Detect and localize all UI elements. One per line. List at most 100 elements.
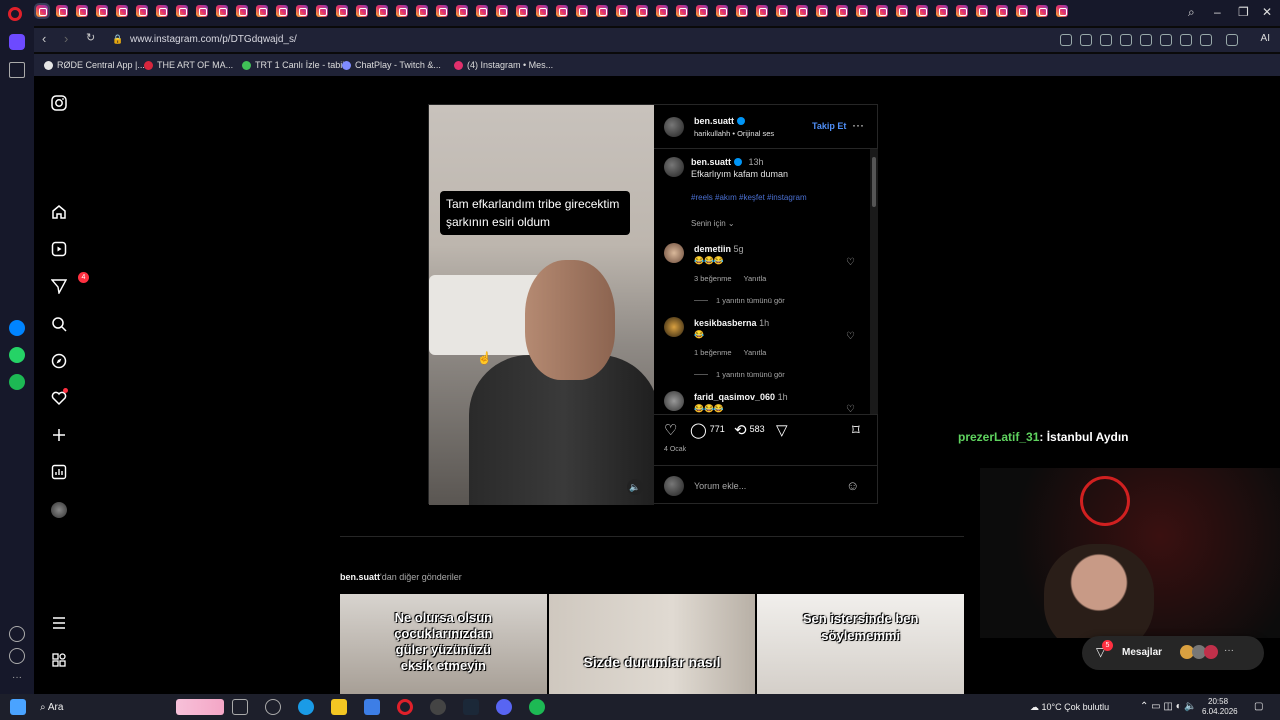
- tray-icons[interactable]: ⌃ ▭ ◫ ◐ 🔈: [1140, 701, 1197, 712]
- instagram-tab[interactable]: [34, 3, 50, 19]
- dashboard-icon[interactable]: [51, 464, 67, 480]
- messenger-icon[interactable]: [9, 320, 25, 336]
- create-icon[interactable]: [51, 427, 67, 443]
- instagram-tab[interactable]: [1056, 5, 1068, 17]
- home-nav-icon[interactable]: [51, 204, 67, 220]
- view-replies[interactable]: 1 yanıtın tümünü gör: [716, 370, 785, 379]
- bookmark-item[interactable]: TRT 1 Canlı İzle - tabii: [242, 60, 344, 70]
- instagram-tab[interactable]: [376, 5, 388, 17]
- instagram-tab[interactable]: [916, 5, 928, 17]
- edge-icon[interactable]: [298, 699, 314, 715]
- comment-username[interactable]: farid_qasimov_060 1h: [694, 392, 788, 402]
- instagram-logo-icon[interactable]: [51, 95, 67, 111]
- camera-icon[interactable]: [1080, 34, 1092, 46]
- instagram-tab[interactable]: [516, 5, 528, 17]
- instagram-tab[interactable]: [396, 5, 408, 17]
- comment-like-icon[interactable]: ♡: [846, 331, 855, 342]
- steam-icon[interactable]: [463, 699, 479, 715]
- task-view-icon[interactable]: [232, 699, 248, 715]
- comment-avatar[interactable]: [664, 317, 684, 337]
- comments-scrollbar[interactable]: [870, 149, 878, 414]
- file-explorer-icon[interactable]: [331, 699, 347, 715]
- scrollbar-thumb[interactable]: [872, 157, 876, 207]
- taskbar-search[interactable]: ⌕ Ara: [40, 702, 63, 713]
- instagram-tab[interactable]: [236, 5, 248, 17]
- post-thumbnail[interactable]: Sen istersinde ben söylememmi: [757, 594, 965, 694]
- comment-username[interactable]: demetiin 5g: [694, 244, 744, 254]
- instagram-tab[interactable]: [736, 5, 748, 17]
- comment-like-icon[interactable]: ♡: [846, 404, 855, 414]
- add-comment-input[interactable]: Yorum ekle...: [694, 481, 746, 491]
- instagram-tab[interactable]: [616, 5, 628, 17]
- instagram-tab[interactable]: [96, 5, 108, 17]
- bookmark-item[interactable]: ChatPlay - Twitch &...: [342, 60, 441, 70]
- instagram-tab[interactable]: [896, 5, 908, 17]
- back-icon[interactable]: ‹: [42, 31, 46, 46]
- instagram-tab[interactable]: [156, 5, 168, 17]
- history-icon[interactable]: [9, 648, 25, 664]
- obs-icon[interactable]: [430, 699, 446, 715]
- audio-info[interactable]: harikullahh • Orijinal ses: [694, 129, 774, 138]
- caption-hashtags[interactable]: #reels #akım #keşfet #instagram: [691, 193, 807, 202]
- more-posts-user[interactable]: ben.suatt: [340, 572, 380, 582]
- view-replies[interactable]: 1 yanıtın tümünü gör: [716, 296, 785, 305]
- bookmark-item[interactable]: THE ART OF MA...: [144, 60, 233, 70]
- instagram-tab[interactable]: [776, 5, 788, 17]
- instagram-tab[interactable]: [576, 5, 588, 17]
- discord-icon[interactable]: [496, 699, 512, 715]
- instagram-tab[interactable]: [1016, 5, 1028, 17]
- instagram-tab[interactable]: [636, 5, 648, 17]
- instagram-tab[interactable]: [676, 5, 688, 17]
- instagram-tab[interactable]: [276, 5, 288, 17]
- profile-avatar[interactable]: [51, 502, 67, 518]
- shield-icon[interactable]: [1100, 34, 1112, 46]
- instagram-tab[interactable]: [956, 5, 968, 17]
- instagram-tab[interactable]: [256, 5, 268, 17]
- instagram-tab[interactable]: [756, 5, 768, 17]
- star-icon[interactable]: [9, 62, 25, 78]
- instagram-tab[interactable]: [116, 5, 128, 17]
- instagram-tab[interactable]: [76, 5, 88, 17]
- instagram-tab[interactable]: [1036, 5, 1048, 17]
- notifications-icon[interactable]: [51, 388, 68, 406]
- profile-icon[interactable]: [1200, 34, 1212, 46]
- bookmark-item[interactable]: (4) Instagram • Mes...: [454, 60, 553, 70]
- home-icon[interactable]: [9, 34, 25, 50]
- instagram-tab[interactable]: [476, 5, 488, 17]
- instagram-tab[interactable]: [656, 5, 668, 17]
- save-icon[interactable]: ⌑: [852, 421, 863, 439]
- extensions-icon[interactable]: [1226, 34, 1238, 46]
- download-icon[interactable]: [1160, 34, 1172, 46]
- more-menu-icon[interactable]: [51, 615, 67, 631]
- instagram-tab[interactable]: [56, 5, 68, 17]
- opera-taskbar-icon[interactable]: [397, 699, 413, 715]
- clock-time[interactable]: 20:58: [1208, 697, 1228, 706]
- reply-button[interactable]: Yanıtla: [744, 274, 767, 283]
- reel-video[interactable]: Tam efkarlandım tribe girecektim şarkını…: [429, 105, 654, 505]
- copilot-icon[interactable]: [265, 699, 281, 715]
- instagram-tab[interactable]: [936, 5, 948, 17]
- url-field[interactable]: www.instagram.com/p/DTGdqwajd_s/: [130, 34, 297, 45]
- outlook-icon[interactable]: [364, 699, 380, 715]
- author-avatar-caption[interactable]: [664, 157, 684, 177]
- clock-date[interactable]: 6.04.2026: [1202, 707, 1238, 716]
- ai-button[interactable]: AI: [1261, 33, 1270, 44]
- instagram-tab[interactable]: [876, 5, 888, 17]
- spotify-taskbar-icon[interactable]: [529, 699, 545, 715]
- comment-username[interactable]: kesikbasberna 1h: [694, 318, 769, 328]
- heart-icon[interactable]: [9, 626, 25, 642]
- comment-avatar[interactable]: [664, 243, 684, 263]
- more-options-icon[interactable]: ···: [852, 118, 864, 132]
- instagram-tab[interactable]: [216, 5, 228, 17]
- maximize-icon[interactable]: ❐: [1238, 5, 1249, 19]
- close-window-icon[interactable]: ✕: [1262, 5, 1272, 19]
- reload-icon[interactable]: ↻: [86, 31, 95, 44]
- search-icon[interactable]: [51, 316, 67, 332]
- author-username[interactable]: ben.suatt: [694, 116, 746, 126]
- instagram-tab[interactable]: [336, 5, 348, 17]
- caption-username[interactable]: ben.suatt 13h: [691, 157, 764, 167]
- bookmark-item[interactable]: RØDE Central App |...: [44, 60, 145, 70]
- reply-button[interactable]: Yanıtla: [744, 348, 767, 357]
- edit-icon[interactable]: [1060, 34, 1072, 46]
- instagram-tab[interactable]: [436, 5, 448, 17]
